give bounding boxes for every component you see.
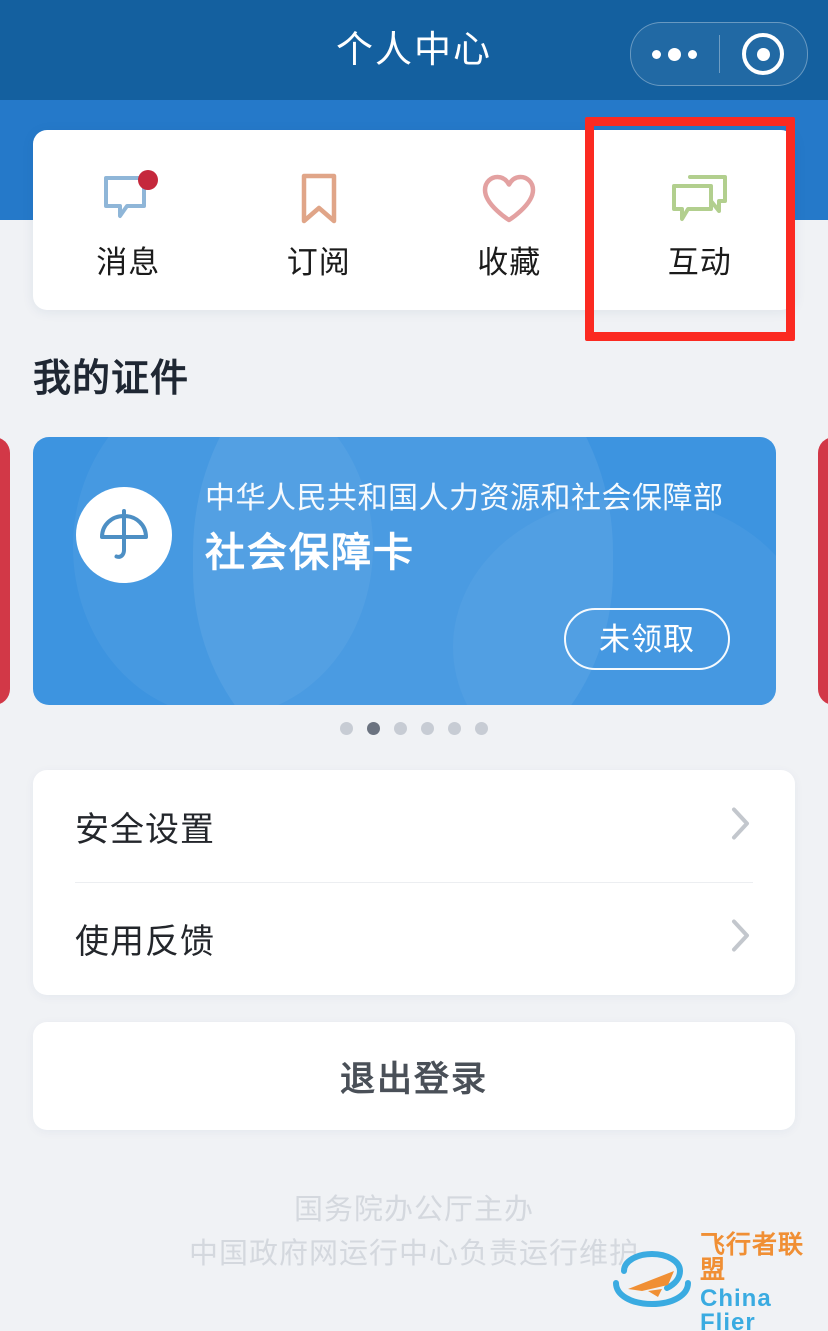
watermark-en: China Flier: [700, 1285, 772, 1331]
carousel-dot-active[interactable]: [367, 722, 380, 735]
quicknav-item-favorites[interactable]: 收藏: [414, 130, 605, 310]
carousel-dot[interactable]: [340, 722, 353, 735]
chat-double-icon: [668, 168, 732, 230]
carousel-pagination[interactable]: [0, 722, 828, 735]
settings-list: 安全设置 使用反馈: [33, 770, 795, 995]
carousel-dot[interactable]: [421, 722, 434, 735]
personal-center-screen: 个人中心 消息 订阅 收藏 互动 我的证件 中华人民共和国人力资源和社会保障部 …: [0, 0, 828, 1331]
carousel-peek-previous[interactable]: [0, 437, 10, 705]
footer-line-1: 国务院办公厅主办: [293, 1194, 534, 1226]
carousel-dot[interactable]: [448, 722, 461, 735]
chevron-right-icon: [731, 919, 751, 958]
quicknav-item-interactions[interactable]: 互动: [605, 130, 796, 310]
umbrella-icon: [76, 487, 172, 583]
plane-orbit-icon: [608, 1250, 696, 1318]
list-item-label: 安全设置: [75, 810, 215, 849]
watermark-text: 飞行者联盟 China Flier: [700, 1233, 814, 1331]
quicknav-label: 收藏: [477, 245, 542, 280]
quicknav-label: 消息: [96, 245, 161, 280]
navbar: 个人中心: [0, 0, 828, 100]
list-item-label: 使用反馈: [75, 922, 215, 961]
quicknav-item-subscriptions[interactable]: 订阅: [224, 130, 415, 310]
chevron-right-icon: [731, 807, 751, 846]
credential-organization: 中华人民共和国人力资源和社会保障部: [205, 482, 724, 515]
watermark: 飞行者联盟 China Flier: [608, 1233, 814, 1331]
quick-nav-card: 消息 订阅 收藏 互动: [33, 130, 795, 310]
credential-status-badge[interactable]: 未领取: [564, 608, 730, 670]
list-item-feedback[interactable]: 使用反馈: [33, 882, 795, 994]
more-dots-icon[interactable]: [631, 47, 719, 61]
section-title-my-credentials: 我的证件: [33, 358, 190, 400]
quicknav-label: 订阅: [286, 245, 351, 280]
carousel-dot[interactable]: [475, 722, 488, 735]
quicknav-item-messages[interactable]: 消息: [33, 130, 224, 310]
carousel-peek-next[interactable]: [818, 437, 828, 705]
chat-bubble-icon: [96, 168, 160, 230]
target-circle-icon[interactable]: [720, 33, 808, 75]
quicknav-label: 互动: [667, 245, 732, 280]
logout-button[interactable]: 退出登录: [33, 1022, 795, 1130]
bookmark-icon: [287, 168, 351, 230]
heart-icon: [477, 168, 541, 230]
list-item-security-settings[interactable]: 安全设置: [33, 770, 795, 883]
credential-name: 社会保障卡: [205, 531, 415, 575]
watermark-cn: 飞行者联盟: [700, 1231, 805, 1284]
miniprogram-capsule[interactable]: [630, 22, 808, 86]
carousel-dot[interactable]: [394, 722, 407, 735]
